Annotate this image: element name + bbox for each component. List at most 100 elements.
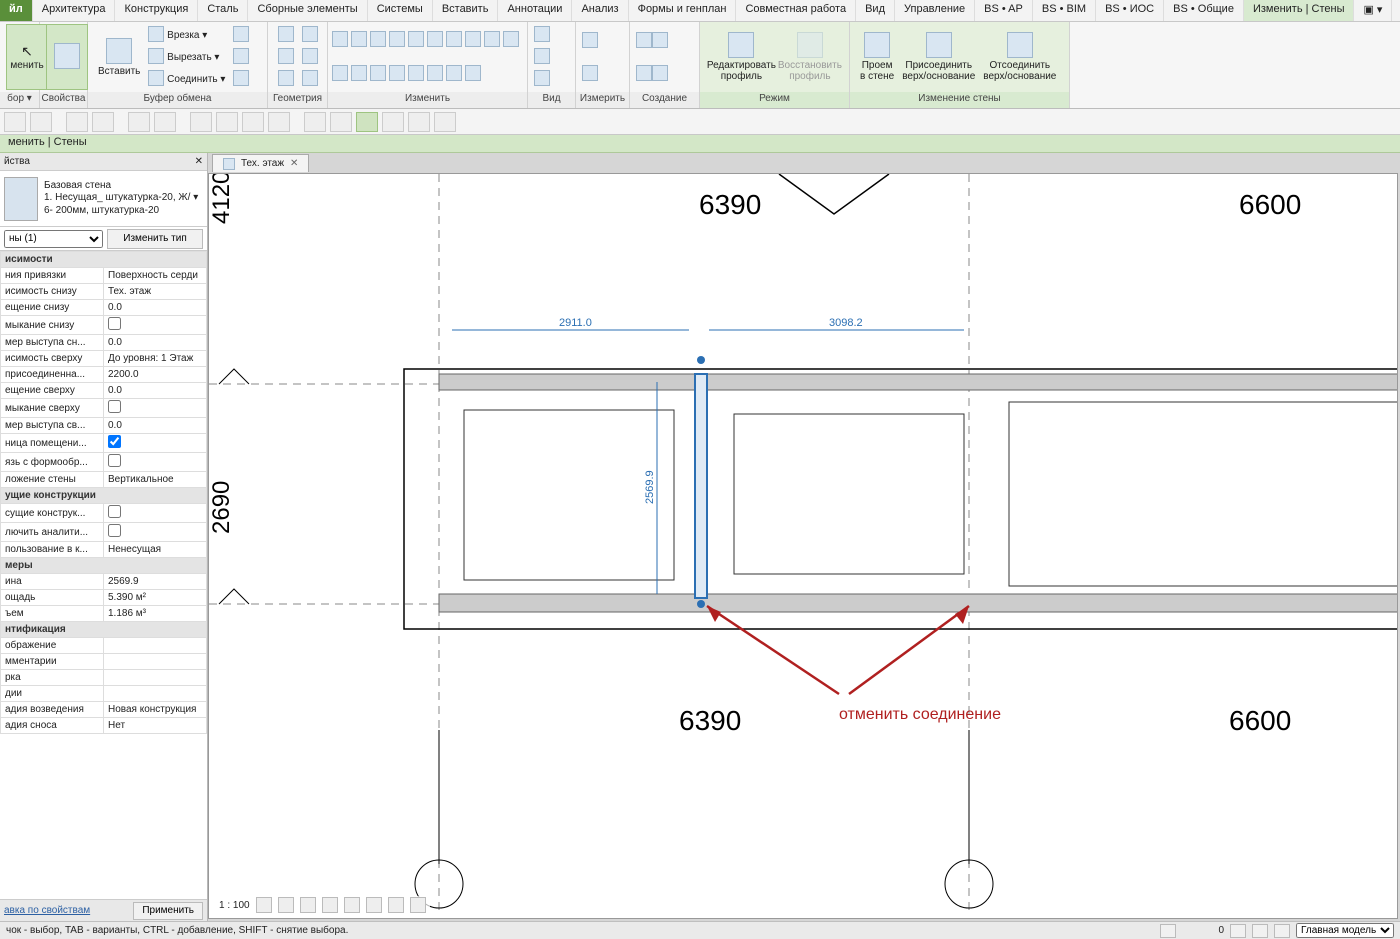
create-tool-2[interactable] bbox=[636, 65, 652, 81]
menu-manage[interactable]: Управление bbox=[895, 0, 975, 21]
modify-pin-button[interactable] bbox=[332, 65, 348, 81]
props-panel-close-icon[interactable]: ✕ bbox=[195, 156, 203, 167]
qat-text[interactable] bbox=[268, 112, 290, 132]
join-button[interactable]: Соединить ▾ bbox=[144, 69, 229, 89]
cope-button[interactable]: Врезка ▾ bbox=[144, 25, 229, 45]
modify-tool-e[interactable] bbox=[446, 65, 462, 81]
modify-align-button[interactable] bbox=[332, 31, 348, 47]
view-tool-3[interactable] bbox=[534, 70, 550, 86]
prop-checkbox[interactable] bbox=[108, 317, 121, 330]
geometry-tool-3[interactable] bbox=[274, 69, 298, 89]
menu-overflow[interactable]: ▣ ▾ bbox=[1354, 0, 1392, 21]
qat-section[interactable] bbox=[330, 112, 352, 132]
menu-architecture[interactable]: Архитектура bbox=[33, 0, 116, 21]
type-selector[interactable]: Базовая стена 1. Несущая_ штукатурка-20,… bbox=[0, 171, 207, 227]
edit-type-button[interactable]: Изменить тип bbox=[107, 229, 203, 249]
qat-btn-1[interactable] bbox=[4, 112, 26, 132]
menu-file[interactable]: йл bbox=[0, 0, 33, 21]
menu-view[interactable]: Вид bbox=[856, 0, 895, 21]
vc-cropvis[interactable] bbox=[366, 897, 382, 913]
geometry-tool-4[interactable] bbox=[298, 25, 322, 45]
modify-mirror-button[interactable] bbox=[370, 31, 386, 47]
vc-detail-level[interactable] bbox=[256, 897, 272, 913]
prop-value[interactable]: 0.0 bbox=[104, 383, 207, 399]
vc-temp-hide[interactable] bbox=[388, 897, 404, 913]
status-filter-icon[interactable] bbox=[1274, 924, 1290, 938]
menu-bs-ioc[interactable]: BS • ИОС bbox=[1096, 0, 1164, 21]
properties-button[interactable] bbox=[46, 24, 88, 90]
prop-value[interactable]: Поверхность серди bbox=[104, 268, 207, 284]
qat-close-hidden[interactable] bbox=[382, 112, 404, 132]
cut-button[interactable]: Вырезать ▾ bbox=[144, 47, 229, 67]
prop-value[interactable]: 2200.0 bbox=[104, 367, 207, 383]
prop-value[interactable] bbox=[104, 434, 207, 453]
wall-detach-button[interactable]: Отсоединить верх/основание bbox=[979, 24, 1060, 90]
prop-value[interactable] bbox=[104, 670, 207, 686]
status-model-select[interactable]: Главная модель bbox=[1296, 923, 1394, 938]
modify-trimext-button[interactable] bbox=[389, 31, 405, 47]
element-filter-select[interactable]: ны (1) bbox=[4, 230, 103, 248]
menu-systems[interactable]: Системы bbox=[368, 0, 433, 21]
create-tool-4[interactable] bbox=[652, 65, 668, 81]
view-scale[interactable]: 1 : 100 bbox=[219, 900, 250, 911]
modify-tool-a[interactable] bbox=[370, 65, 386, 81]
temp-dim-2[interactable]: 3098.2 bbox=[829, 317, 863, 329]
prop-value[interactable]: Ненесущая bbox=[104, 542, 207, 558]
temp-dim-1[interactable]: 2911.0 bbox=[559, 317, 592, 329]
geometry-tool-2[interactable] bbox=[274, 47, 298, 67]
qat-measure[interactable] bbox=[154, 112, 176, 132]
create-tool-1[interactable] bbox=[636, 32, 652, 48]
qat-dim[interactable] bbox=[190, 112, 212, 132]
drawing-canvas[interactable]: 6390 6600 4120 2690 bbox=[208, 173, 1398, 919]
prop-checkbox[interactable] bbox=[108, 505, 121, 518]
qat-more[interactable] bbox=[434, 112, 456, 132]
prop-value[interactable]: 1.186 м³ bbox=[104, 606, 207, 622]
prop-checkbox[interactable] bbox=[108, 524, 121, 537]
qat-spot[interactable] bbox=[216, 112, 238, 132]
clipboard-tool-1[interactable] bbox=[229, 25, 253, 45]
edit-profile-button[interactable]: Редактировать профиль bbox=[706, 24, 777, 90]
menu-structure[interactable]: Конструкция bbox=[115, 0, 198, 21]
prop-value[interactable]: 0.0 bbox=[104, 300, 207, 316]
modify-rotate-button[interactable] bbox=[484, 31, 500, 47]
menu-bs-bim[interactable]: BS • BIM bbox=[1033, 0, 1096, 21]
geometry-tool-5[interactable] bbox=[298, 47, 322, 67]
qat-redo[interactable] bbox=[92, 112, 114, 132]
qat-tag[interactable] bbox=[242, 112, 264, 132]
menu-massing[interactable]: Формы и генплан bbox=[629, 0, 737, 21]
modify-tool-d[interactable] bbox=[427, 65, 443, 81]
paste-button[interactable]: Вставить bbox=[94, 24, 144, 90]
qat-undo[interactable] bbox=[66, 112, 88, 132]
modify-tool-b[interactable] bbox=[389, 65, 405, 81]
vc-shadows[interactable] bbox=[322, 897, 338, 913]
properties-help-link[interactable]: авка по свойствам bbox=[4, 905, 90, 916]
view-tool-2[interactable] bbox=[534, 48, 550, 64]
prop-value[interactable] bbox=[104, 504, 207, 523]
status-designopt-icon[interactable] bbox=[1252, 924, 1268, 938]
prop-value[interactable] bbox=[104, 523, 207, 542]
vc-sunpath[interactable] bbox=[300, 897, 316, 913]
menu-precast[interactable]: Сборные элементы bbox=[248, 0, 367, 21]
geometry-tool-6[interactable] bbox=[298, 69, 322, 89]
menu-bs-ap[interactable]: BS • AP bbox=[975, 0, 1033, 21]
modify-move-button[interactable] bbox=[446, 31, 462, 47]
temp-dim-vertical[interactable]: 2569.9 bbox=[644, 470, 656, 504]
clipboard-tool-3[interactable] bbox=[229, 69, 253, 89]
view-tab-close-icon[interactable]: ✕ bbox=[290, 158, 298, 169]
prop-value[interactable]: 0.0 bbox=[104, 418, 207, 434]
prop-value[interactable] bbox=[104, 453, 207, 472]
prop-checkbox[interactable] bbox=[108, 435, 121, 448]
vc-visual-style[interactable] bbox=[278, 897, 294, 913]
menu-insert[interactable]: Вставить bbox=[433, 0, 499, 21]
menu-collaborate[interactable]: Совместная работа bbox=[736, 0, 856, 21]
prop-value[interactable] bbox=[104, 316, 207, 335]
menu-annotate[interactable]: Аннотации bbox=[498, 0, 572, 21]
measure-tool-2[interactable] bbox=[582, 65, 598, 81]
create-tool-3[interactable] bbox=[652, 32, 668, 48]
vc-reveal[interactable] bbox=[410, 897, 426, 913]
prop-value[interactable]: Новая конструкция bbox=[104, 702, 207, 718]
wall-attach-button[interactable]: Присоединить верх/основание bbox=[898, 24, 979, 90]
properties-apply-button[interactable]: Применить bbox=[133, 902, 203, 920]
prop-value[interactable]: Вертикальное bbox=[104, 472, 207, 488]
menu-modify-walls[interactable]: Изменить | Стены bbox=[1244, 0, 1355, 21]
